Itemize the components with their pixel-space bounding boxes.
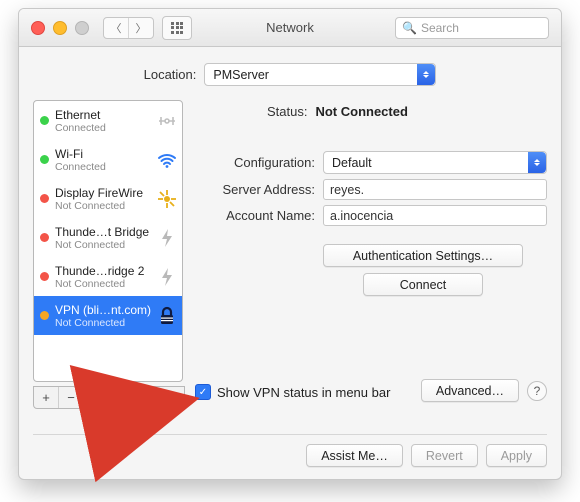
body: Ethernet Connected Wi-Fi Connected — [19, 86, 561, 400]
service-status: Connected — [55, 161, 152, 173]
status-dot-icon — [40, 155, 49, 164]
service-name: Wi-Fi — [55, 147, 152, 161]
network-prefpane-window: 〈 〉 Network 🔍 Search Location: PMServer — [18, 8, 562, 480]
service-status: Not Connected — [55, 239, 152, 251]
service-sidebar: Ethernet Connected Wi-Fi Connected — [33, 100, 183, 400]
show-vpn-status-label: Show VPN status in menu bar — [217, 385, 390, 400]
forward-button[interactable]: 〉 — [128, 18, 153, 38]
location-popup[interactable]: PMServer — [204, 63, 436, 86]
location-label: Location: — [144, 67, 197, 82]
service-name: Thunde…t Bridge — [55, 225, 152, 239]
search-placeholder: Search — [421, 21, 459, 35]
show-all-button[interactable] — [162, 16, 192, 40]
ethernet-icon — [156, 110, 178, 132]
advanced-button[interactable]: Advanced… — [421, 379, 519, 402]
service-name: Ethernet — [55, 108, 152, 122]
window-action-buttons: Assist Me… Revert Apply — [306, 444, 547, 467]
account-name-field[interactable]: a.inocencia — [323, 205, 547, 226]
server-address-field[interactable]: reyes. — [323, 179, 547, 200]
popup-arrows-icon — [528, 152, 546, 173]
revert-button[interactable]: Revert — [411, 444, 478, 467]
status-dot-icon — [40, 311, 49, 320]
service-list-actions: + − ✱▼ — [33, 387, 185, 409]
detail-panel: Status: Not Connected Configuration: Def… — [195, 100, 547, 400]
search-icon: 🔍 — [402, 21, 417, 35]
service-actions-menu[interactable]: ✱▼ — [84, 387, 115, 408]
location-row: Location: PMServer — [19, 63, 561, 86]
account-name-value: a.inocencia — [330, 209, 393, 223]
service-row-wifi[interactable]: Wi-Fi Connected — [34, 140, 182, 179]
service-row-ethernet[interactable]: Ethernet Connected — [34, 101, 182, 140]
thunderbolt-icon — [156, 227, 178, 249]
show-vpn-status-row: ✓ Show VPN status in menu bar — [195, 384, 390, 400]
service-name: Thunde…ridge 2 — [55, 264, 152, 278]
remove-service-button[interactable]: − — [59, 387, 84, 408]
status-label: Status: — [267, 104, 307, 119]
location-value: PMServer — [213, 68, 269, 82]
authentication-settings-button[interactable]: Authentication Settings… — [323, 244, 523, 267]
wifi-icon — [156, 149, 178, 171]
firewire-icon — [156, 188, 178, 210]
nav-back-forward: 〈 〉 — [103, 17, 154, 39]
show-vpn-status-checkbox[interactable]: ✓ — [195, 384, 211, 400]
close-window-button[interactable] — [31, 21, 45, 35]
search-field[interactable]: 🔍 Search — [395, 17, 549, 39]
service-name: VPN (bli…nt.com) — [55, 303, 152, 317]
status-dot-icon — [40, 194, 49, 203]
minimize-window-button[interactable] — [53, 21, 67, 35]
zoom-window-button[interactable] — [75, 21, 89, 35]
configuration-value: Default — [332, 156, 372, 170]
back-button[interactable]: 〈 — [104, 18, 128, 38]
configuration-label: Configuration: — [195, 155, 315, 170]
service-status: Not Connected — [55, 200, 152, 212]
thunderbolt-icon — [156, 266, 178, 288]
service-row-thunderbolt-2[interactable]: Thunde…ridge 2 Not Connected — [34, 257, 182, 296]
service-row-thunderbolt-1[interactable]: Thunde…t Bridge Not Connected — [34, 218, 182, 257]
apply-button[interactable]: Apply — [486, 444, 547, 467]
vpn-lock-icon — [156, 305, 178, 327]
separator — [33, 434, 547, 435]
account-name-label: Account Name: — [195, 208, 315, 223]
connect-button[interactable]: Connect — [363, 273, 483, 296]
service-status: Not Connected — [55, 278, 152, 290]
status-dot-icon — [40, 233, 49, 242]
service-row-firewire[interactable]: Display FireWire Not Connected — [34, 179, 182, 218]
help-button[interactable]: ? — [527, 381, 547, 401]
gear-icon: ✱ — [90, 391, 100, 405]
server-address-value: reyes. — [330, 183, 364, 197]
status-dot-icon — [40, 116, 49, 125]
window-controls — [31, 21, 89, 35]
popup-arrows-icon — [417, 64, 435, 85]
assist-me-button[interactable]: Assist Me… — [306, 444, 403, 467]
service-row-vpn[interactable]: VPN (bli…nt.com) Not Connected — [34, 296, 182, 335]
service-status: Connected — [55, 122, 152, 134]
grid-icon — [171, 22, 183, 34]
status-dot-icon — [40, 272, 49, 281]
service-name: Display FireWire — [55, 186, 152, 200]
service-list[interactable]: Ethernet Connected Wi-Fi Connected — [33, 100, 183, 382]
titlebar: 〈 〉 Network 🔍 Search — [19, 9, 561, 47]
configuration-popup[interactable]: Default — [323, 151, 547, 174]
service-status: Not Connected — [55, 317, 152, 329]
add-service-button[interactable]: + — [34, 387, 59, 408]
server-address-label: Server Address: — [195, 182, 315, 197]
status-value: Not Connected — [315, 104, 407, 119]
